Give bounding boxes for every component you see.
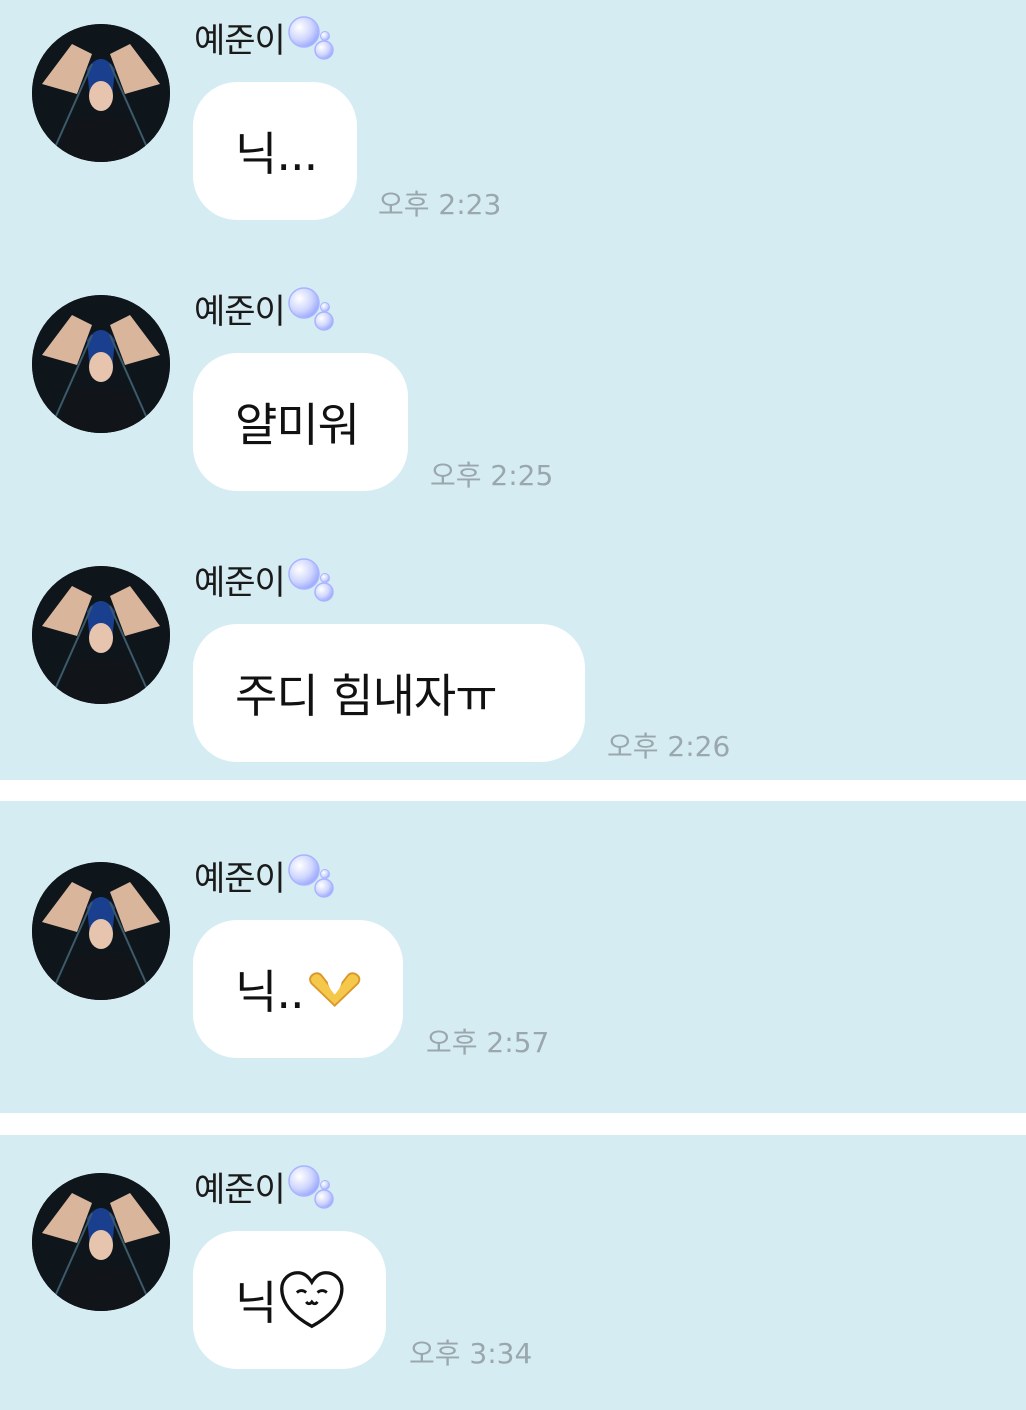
bubble-icon	[288, 854, 334, 898]
message-time: 오후 2:26	[607, 730, 731, 763]
sender-name-row: 예준이	[194, 283, 335, 333]
message-time: 오후 2:25	[430, 459, 554, 492]
sender-name: 예준이	[194, 858, 286, 899]
avatar[interactable]	[32, 295, 170, 433]
bubble-icon	[288, 1165, 334, 1209]
sender-name: 예준이	[194, 1169, 286, 1210]
message-text: 닉..	[235, 965, 305, 1019]
chat-message: 예준이 닉 오후 3:34	[0, 1149, 1026, 1389]
message-text: 닉	[235, 1276, 277, 1330]
message-bubble[interactable]: 닉	[193, 1231, 386, 1369]
avatar[interactable]	[32, 566, 170, 704]
chat-message: 예준이 닉.. 오후 2:57	[0, 838, 1026, 1078]
sender-name-row: 예준이	[194, 12, 335, 62]
message-bubble[interactable]: 주디 힘내자ㅠ	[193, 624, 585, 762]
smiling-heart-face-icon	[280, 1271, 344, 1329]
sender-name: 예준이	[194, 291, 286, 332]
avatar[interactable]	[32, 24, 170, 162]
sender-name-row: 예준이	[194, 850, 335, 900]
message-time: 오후 3:34	[409, 1337, 533, 1370]
sender-name: 예준이	[194, 20, 286, 61]
bubble-icon	[288, 16, 334, 60]
heart-hands-emoji	[308, 972, 360, 1007]
avatar[interactable]	[32, 862, 170, 1000]
sender-name-row: 예준이	[194, 554, 335, 604]
message-time: 오후 2:23	[378, 188, 502, 221]
avatar[interactable]	[32, 1173, 170, 1311]
message-text: 얄미워	[235, 398, 360, 452]
bubble-icon	[288, 287, 334, 331]
message-text: 닉...	[235, 127, 318, 181]
chat-message: 예준이 얄미워 오후 2:25	[0, 271, 1026, 511]
message-text: 주디 힘내자ㅠ	[235, 669, 498, 723]
sender-name-row: 예준이	[194, 1161, 335, 1211]
message-bubble[interactable]: 닉..	[193, 920, 403, 1058]
message-bubble[interactable]: 얄미워	[193, 353, 408, 491]
message-bubble[interactable]: 닉...	[193, 82, 357, 220]
chat-message: 예준이 주디 힘내자ㅠ 오후 2:26	[0, 542, 1026, 782]
sender-name: 예준이	[194, 562, 286, 603]
chat-message: 예준이 닉... 오후 2:23	[0, 0, 1026, 240]
bubble-icon	[288, 558, 334, 602]
message-time: 오후 2:57	[426, 1026, 550, 1059]
